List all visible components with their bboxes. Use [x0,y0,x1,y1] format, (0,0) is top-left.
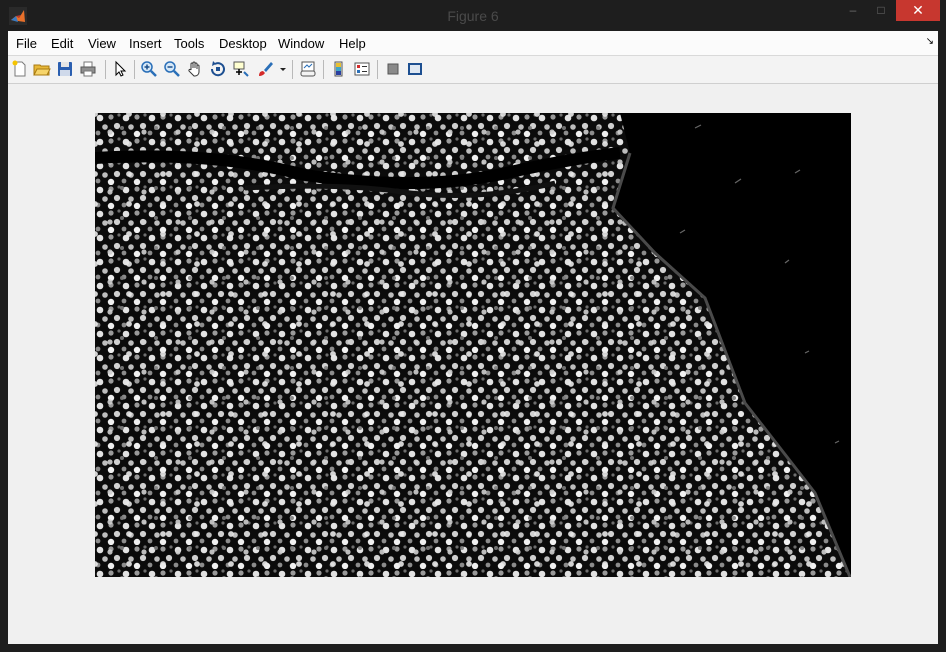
pan-hand-icon[interactable] [186,60,204,78]
menu-desktop[interactable]: Desktop [219,36,267,51]
micrograph-image[interactable] [95,113,851,577]
print-icon[interactable] [79,60,97,78]
edit-plot-arrow-icon[interactable] [111,60,129,78]
menu-help[interactable]: Help [339,36,366,51]
toolbar-separator [105,60,106,79]
figure-canvas[interactable] [8,84,938,644]
show-plot-tools-icon[interactable] [406,60,424,78]
zoom-out-icon[interactable] [163,60,181,78]
hide-plot-tools-icon[interactable] [384,60,402,78]
menu-more-arrow-icon[interactable]: ↘ [926,36,934,47]
toolbar-separator [292,60,293,79]
title-bar[interactable]: Figure 6 – □ ✕ [0,0,946,31]
save-icon[interactable] [56,60,74,78]
zoom-in-icon[interactable] [140,60,158,78]
toolbar-separator [377,60,378,79]
window-bottom-border [0,644,946,652]
brush-dropdown-icon[interactable] [278,60,288,78]
menu-file[interactable]: File [16,36,37,51]
figure-toolbar [8,56,938,84]
brush-icon[interactable] [256,60,274,78]
toolbar-separator [134,60,135,79]
menu-window[interactable]: Window [278,36,324,51]
menu-view[interactable]: View [88,36,116,51]
rotate-3d-icon[interactable] [209,60,227,78]
maximize-button[interactable]: □ [868,0,894,21]
figure-window: Figure 6 – □ ✕ File Edit View Insert Too… [0,0,946,652]
insert-colorbar-icon[interactable] [330,60,348,78]
close-button[interactable]: ✕ [896,0,940,21]
data-cursor-icon[interactable] [232,60,250,78]
menu-edit[interactable]: Edit [51,36,73,51]
link-plot-icon[interactable] [299,60,317,78]
toolbar-separator [323,60,324,79]
open-file-icon[interactable] [33,60,51,78]
menu-bar: File Edit View Insert Tools Desktop Wind… [8,31,938,56]
insert-legend-icon[interactable] [353,60,371,78]
menu-insert[interactable]: Insert [129,36,162,51]
new-figure-icon[interactable] [11,60,29,78]
minimize-button[interactable]: – [840,0,866,21]
window-title: Figure 6 [447,8,499,24]
menu-tools[interactable]: Tools [174,36,204,51]
